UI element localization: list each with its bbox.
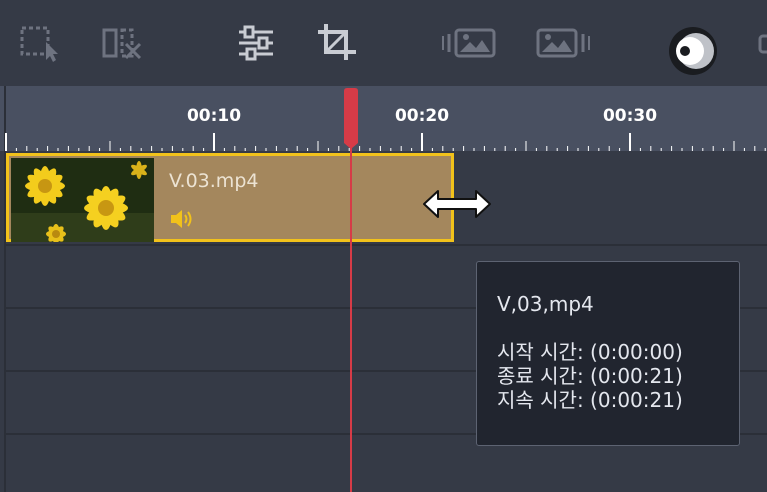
tooltip-clip-name: V,03,mp4 [497, 292, 594, 316]
clip-thumbnail [11, 158, 154, 242]
overflow-icon[interactable] [756, 22, 767, 64]
track-divider [6, 244, 767, 246]
clip-info-tooltip: V,03,mp4 시작 시간: (0:00:00) 종료 시간: (0:00:2… [476, 261, 740, 446]
toolbar [0, 0, 767, 86]
fade-out-image-icon[interactable] [536, 22, 594, 64]
select-region-icon[interactable] [18, 22, 60, 64]
fade-in-image-icon[interactable] [440, 22, 498, 64]
adjust-settings-icon[interactable] [235, 22, 277, 64]
playhead-handle[interactable] [342, 87, 360, 149]
speaker-icon [169, 208, 195, 230]
video-clip[interactable]: V.03.mp4 [6, 153, 454, 242]
ruler-label-30s: 00:30 [602, 106, 658, 126]
resize-horizontal-cursor-icon [422, 189, 492, 219]
tooltip-duration: 지속 시간: (0:00:21) [497, 388, 683, 412]
timeline-ruler[interactable]: 00:10 00:20 00:30 [0, 86, 767, 151]
ruler-label-10s: 00:10 [186, 106, 242, 126]
playhead-line [350, 145, 352, 492]
tooltip-start-time: 시작 시간: (0:00:00) [497, 340, 683, 364]
view-toggle-icon[interactable] [666, 24, 720, 78]
crop-icon[interactable] [316, 22, 358, 64]
ruler-label-20s: 00:20 [394, 106, 450, 126]
clip-name: V.03.mp4 [169, 170, 259, 192]
tooltip-end-time: 종료 시간: (0:00:21) [497, 364, 683, 388]
split-clip-icon[interactable] [100, 22, 142, 64]
